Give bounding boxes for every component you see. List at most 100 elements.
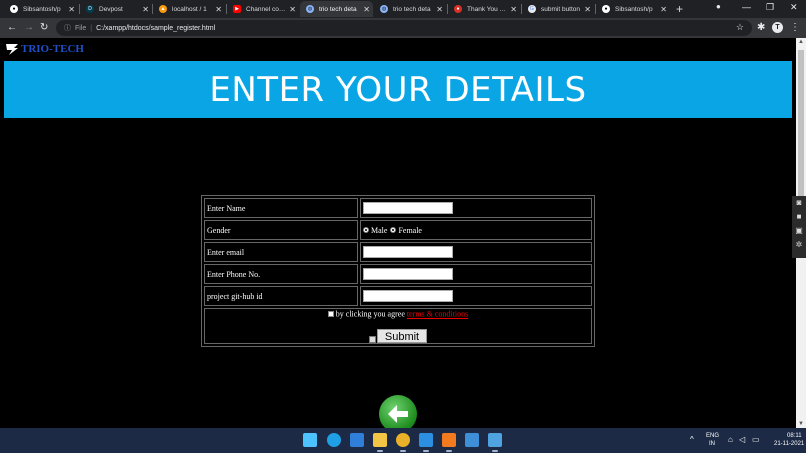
gender-female-label: Female xyxy=(398,225,422,235)
header-banner: ENTER YOUR DETAILS xyxy=(4,61,792,118)
speaker-icon[interactable]: ◁ xyxy=(739,435,745,444)
tab-github-1[interactable]: ● Sibsantosh/p ✕ xyxy=(4,1,78,17)
tab-title: Sibsantosh/p xyxy=(615,5,653,13)
close-icon[interactable]: ✕ xyxy=(660,5,667,14)
profile-avatar[interactable]: T xyxy=(772,22,783,33)
arrow-left-icon xyxy=(388,405,408,423)
agree-text: by clicking you agree xyxy=(335,309,405,319)
phpmyadmin-icon: ▲ xyxy=(159,5,167,13)
tab-search-icon[interactable]: ● xyxy=(716,2,721,11)
github-id-input[interactable] xyxy=(363,290,453,302)
email-label: Enter email xyxy=(204,242,358,262)
terms-link[interactable]: terms & conditions xyxy=(407,310,468,319)
globe-icon: ◍ xyxy=(380,5,388,13)
windows-start-icon[interactable] xyxy=(303,433,317,447)
submit-button[interactable]: Submit xyxy=(376,328,428,343)
tab-title: localhost / 1 xyxy=(172,5,207,13)
close-icon[interactable]: ✕ xyxy=(584,5,591,14)
screenshot-icon[interactable]: ◙ xyxy=(792,196,806,210)
broken-image-icon xyxy=(368,335,376,343)
chevron-up-icon[interactable]: ^ xyxy=(690,435,694,444)
youtube-icon: ▶ xyxy=(233,5,241,13)
brand[interactable]: TRIO-TECH xyxy=(5,42,84,56)
url-text[interactable]: C:/xampp/htdocs/sample_register.html xyxy=(96,25,215,32)
reload-icon[interactable]: ↻ xyxy=(40,22,48,34)
tab-title: trio tech deta xyxy=(319,5,357,13)
back-button[interactable] xyxy=(379,395,417,428)
vscode-icon[interactable] xyxy=(419,433,433,452)
close-icon[interactable]: ✕ xyxy=(289,5,296,14)
tab-localhost[interactable]: ▲ localhost / 1 ✕ xyxy=(153,1,225,17)
gender-label: Gender xyxy=(204,220,358,240)
close-icon[interactable]: ✕ xyxy=(215,5,222,14)
bookmark-star-icon[interactable]: ☆ xyxy=(736,22,744,33)
clock-time[interactable]: 08:11 xyxy=(787,433,802,439)
tab-title: Sibsantosh/p xyxy=(23,5,61,13)
tab-trio-tech-active[interactable]: ◍ trio tech deta ✕ xyxy=(300,1,373,17)
phone-input[interactable] xyxy=(363,268,453,280)
gender-female-radio[interactable] xyxy=(390,227,397,234)
tab-submit-button[interactable]: G submit button ✕ xyxy=(522,1,594,17)
chrome-icon[interactable] xyxy=(396,433,410,452)
tab-title: Thank You For xyxy=(467,5,508,13)
restore-button[interactable]: ❐ xyxy=(766,2,774,13)
gallery-icon[interactable]: ▣ xyxy=(792,224,806,238)
info-icon[interactable]: ⓘ xyxy=(64,23,71,33)
close-icon[interactable]: ✕ xyxy=(142,5,149,14)
region-indicator: IN xyxy=(709,441,715,447)
video-icon[interactable]: ■ xyxy=(792,210,806,224)
record-icon: ● xyxy=(454,5,462,13)
minimize-button[interactable]: — xyxy=(742,2,751,12)
google-icon: G xyxy=(528,5,536,13)
scroll-up-icon[interactable]: ▲ xyxy=(798,39,804,45)
tab-thank-you[interactable]: ● Thank You For ✕ xyxy=(448,1,520,17)
devpost-icon: D xyxy=(86,5,94,13)
xampp-icon[interactable] xyxy=(442,433,456,452)
web-page: TRIO-TECH ENTER YOUR DETAILS Enter Name … xyxy=(0,38,796,428)
windows-taskbar: ^ ENG IN ⌂ ◁ ▭ 08:11 21-11-2021 xyxy=(0,428,806,453)
close-window-button[interactable]: ✕ xyxy=(790,2,798,13)
back-arrow-icon[interactable]: ← xyxy=(7,22,17,34)
github-id-label: project git-hub id xyxy=(204,286,358,306)
photos-icon[interactable] xyxy=(465,433,479,447)
github-icon: ● xyxy=(10,5,18,13)
form-row-name: Enter Name xyxy=(204,198,592,218)
phone-label: Enter Phone No. xyxy=(204,264,358,284)
battery-icon[interactable]: ▭ xyxy=(752,435,760,444)
form-row-github: project git-hub id xyxy=(204,286,592,306)
language-indicator[interactable]: ENG xyxy=(706,433,719,439)
network-icon[interactable]: ⌂ xyxy=(728,435,733,444)
browser-tab-strip: ● Sibsantosh/p ✕ D Devpost ✕ ▲ localhost… xyxy=(0,0,806,18)
name-input[interactable] xyxy=(363,202,453,214)
new-tab-button[interactable]: + xyxy=(676,2,683,16)
tab-github-2[interactable]: ● Sibsantosh/p ✕ xyxy=(596,1,670,17)
form-row-email: Enter email xyxy=(204,242,592,262)
close-icon[interactable]: ✕ xyxy=(363,5,370,14)
brand-name: TRIO-TECH xyxy=(21,43,84,55)
file-explorer-icon[interactable] xyxy=(373,433,387,452)
image-app-icon[interactable] xyxy=(488,433,502,452)
agree-checkbox[interactable] xyxy=(327,311,334,318)
close-icon[interactable]: ✕ xyxy=(510,5,517,14)
close-icon[interactable]: ✕ xyxy=(436,5,443,14)
mail-icon[interactable] xyxy=(350,433,364,447)
close-icon[interactable]: ✕ xyxy=(68,5,75,14)
extensions-icon[interactable]: ✱ xyxy=(757,22,765,34)
scroll-down-icon[interactable]: ▼ xyxy=(798,421,804,427)
form-row-submit: by clicking you agree terms & conditions… xyxy=(204,308,592,344)
tab-youtube[interactable]: ▶ Channel conte ✕ xyxy=(227,1,299,17)
browser-toolbar: ← → ↻ ⓘ File | C:/xampp/htdocs/sample_re… xyxy=(0,18,806,38)
tab-trio-tech[interactable]: ◍ trio tech deta ✕ xyxy=(374,1,446,17)
scroll-thumb[interactable] xyxy=(798,50,804,200)
email-input[interactable] xyxy=(363,246,453,258)
tab-devpost[interactable]: D Devpost ✕ xyxy=(80,1,152,17)
edge-icon[interactable] xyxy=(327,433,341,447)
menu-kebab-icon[interactable]: ⋮ xyxy=(790,22,800,34)
form-row-phone: Enter Phone No. xyxy=(204,264,592,284)
clock-date[interactable]: 21-11-2021 xyxy=(774,441,804,447)
settings-gear-icon[interactable]: ✲ xyxy=(792,238,806,252)
address-bar[interactable]: ⓘ File | C:/xampp/htdocs/sample_register… xyxy=(56,20,752,36)
gender-male-radio[interactable] xyxy=(363,227,369,234)
scheme-label: File xyxy=(75,24,87,32)
forward-arrow-icon[interactable]: → xyxy=(24,22,34,34)
